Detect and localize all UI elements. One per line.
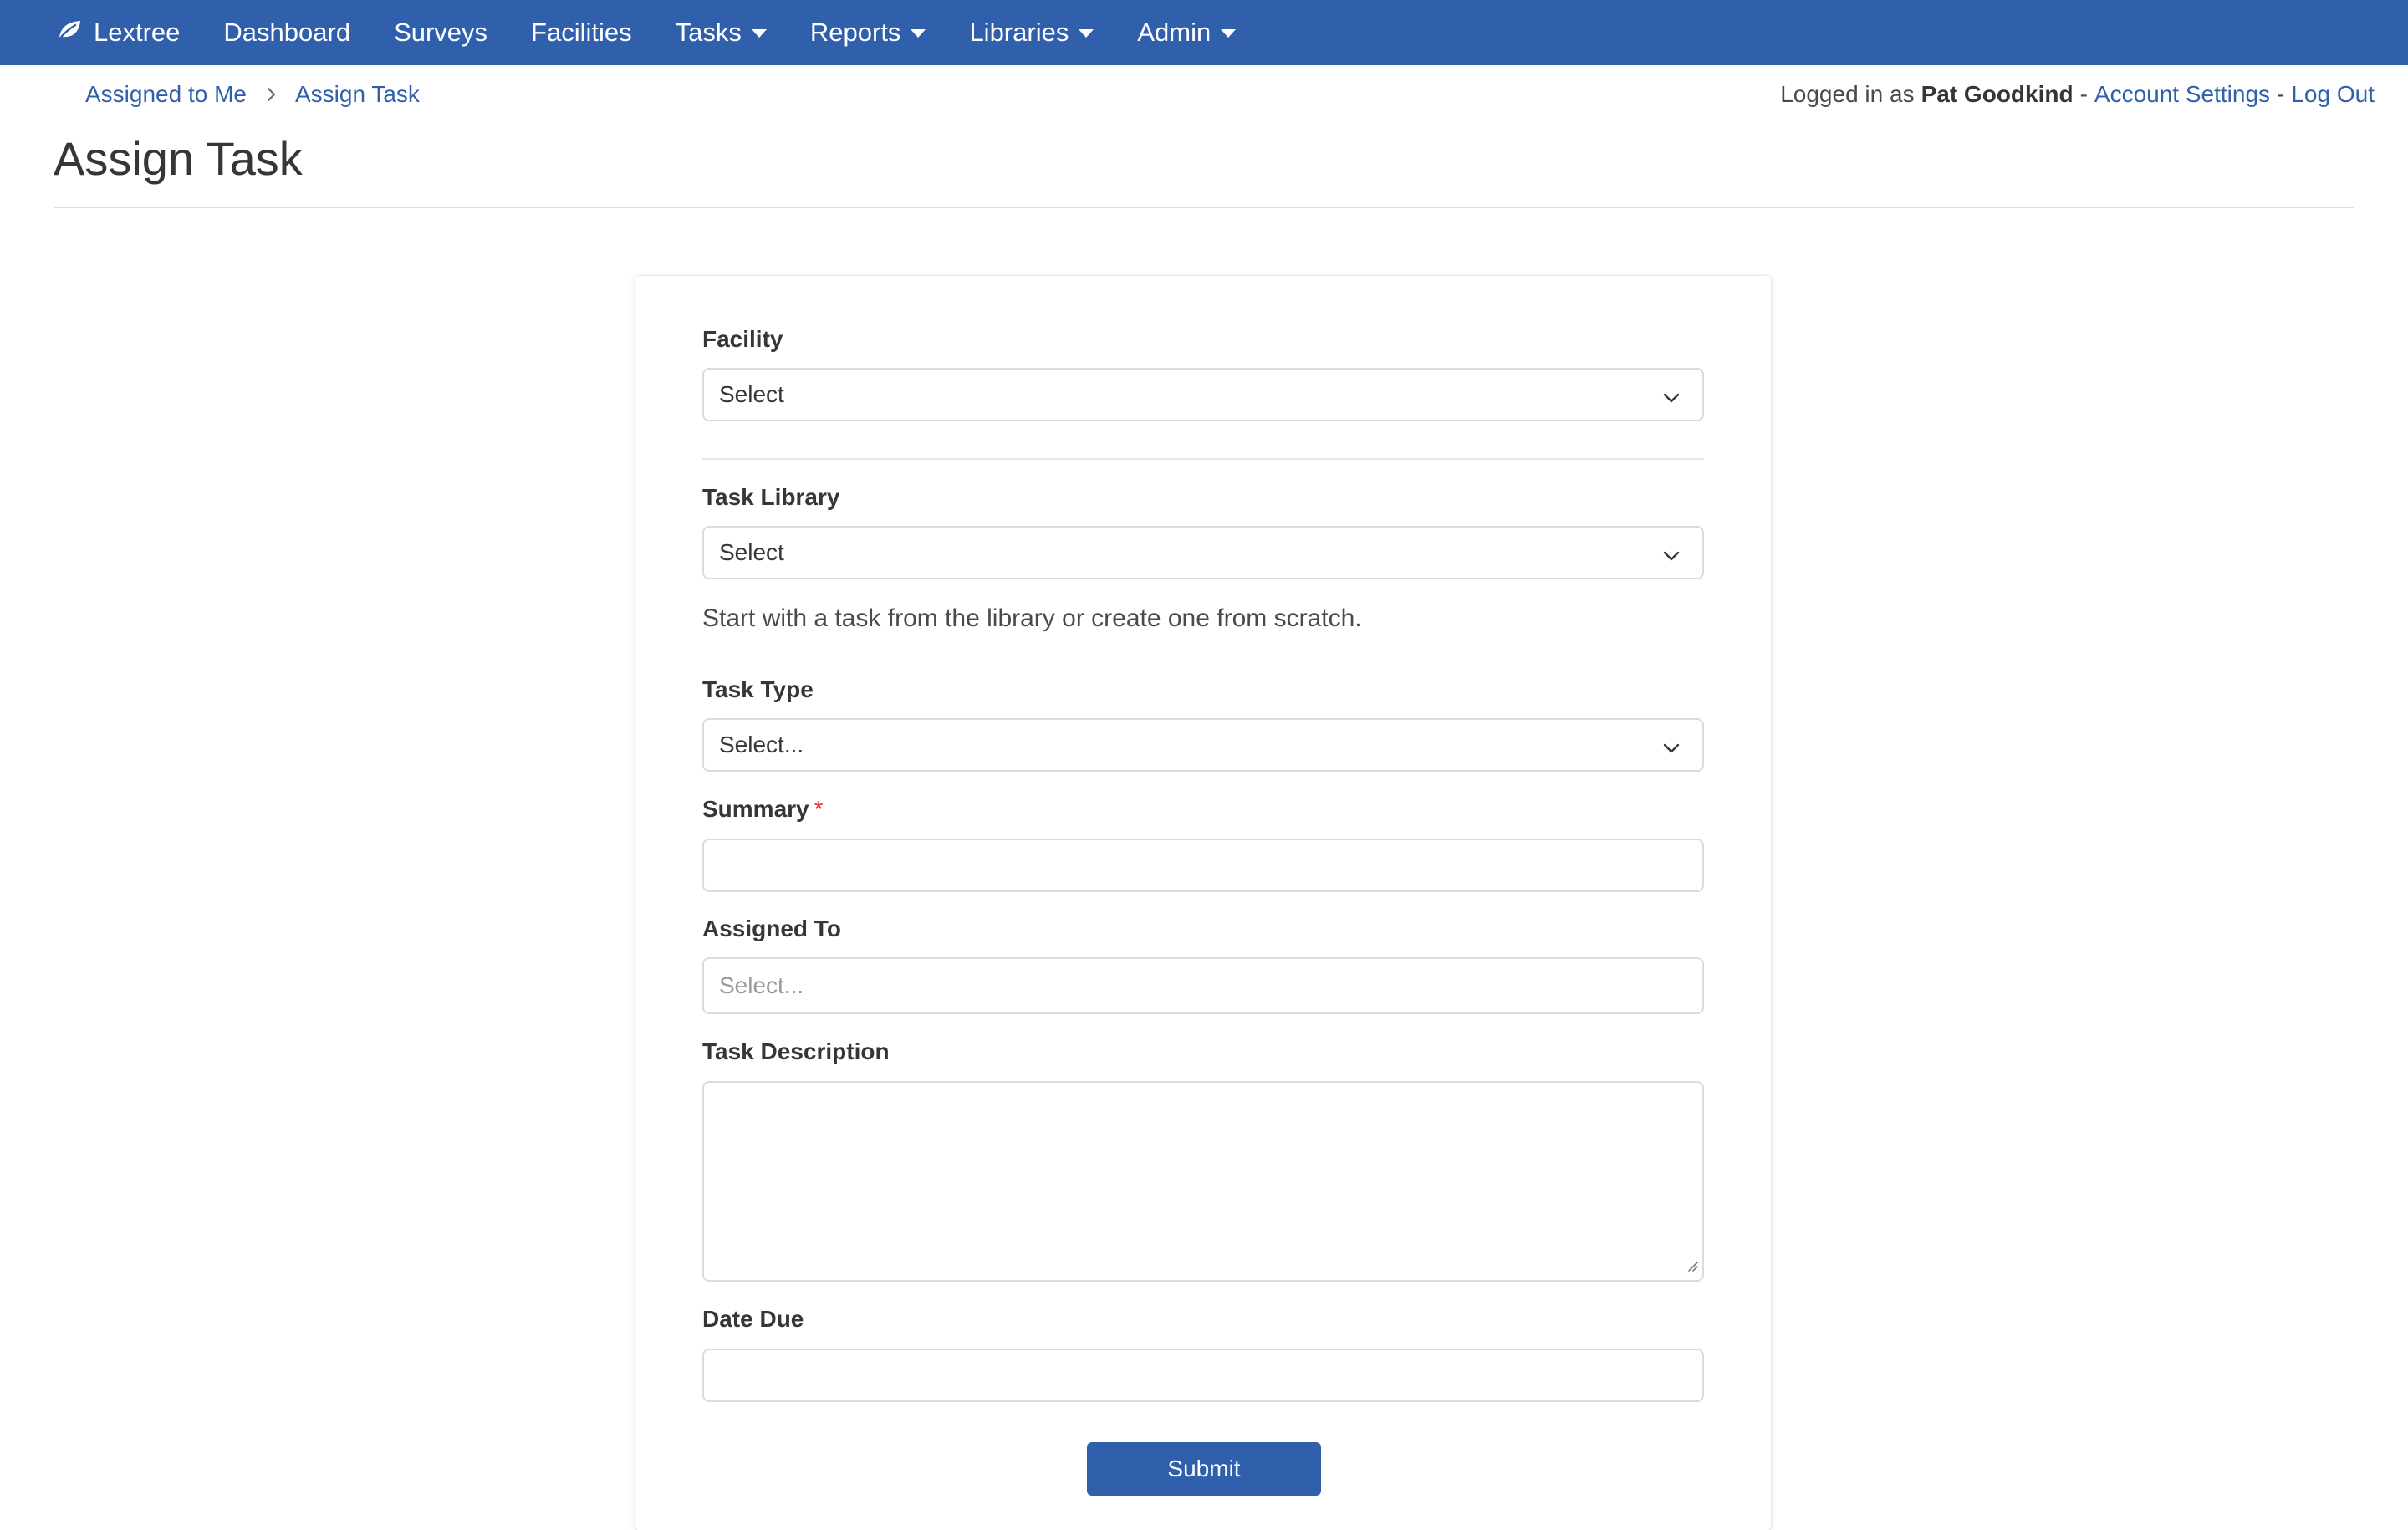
task-description-label: Task Description xyxy=(702,1038,890,1064)
top-navbar: Lextree Dashboard Surveys Facilities Tas… xyxy=(0,0,2408,65)
title-divider xyxy=(54,207,2354,208)
required-marker: * xyxy=(814,796,824,822)
summary-label-text: Summary xyxy=(702,796,809,822)
nav-libraries-dropdown[interactable]: Libraries xyxy=(969,18,1094,48)
nav-surveys[interactable]: Surveys xyxy=(394,18,487,48)
nav-tasks-label: Tasks xyxy=(675,18,742,47)
task-type-select-value: Select... xyxy=(719,732,804,757)
form-divider xyxy=(702,458,1704,460)
nav-dashboard-label: Dashboard xyxy=(223,18,351,47)
submit-button[interactable]: Submit xyxy=(1087,1442,1321,1496)
user-name: Pat Goodkind xyxy=(1921,81,2074,107)
nav-facilities-label: Facilities xyxy=(531,18,632,47)
facility-select-value: Select xyxy=(719,381,784,407)
chevron-down-icon xyxy=(1662,386,1681,413)
task-description-textarea[interactable] xyxy=(702,1081,1704,1282)
date-due-label: Date Due xyxy=(702,1306,804,1332)
task-type-label: Task Type xyxy=(702,676,814,702)
breadcrumb-assigned-to-me[interactable]: Assigned to Me xyxy=(85,81,247,108)
logged-in-prefix: Logged in as xyxy=(1780,81,1915,107)
breadcrumb: Assigned to Me Assign Task xyxy=(85,78,420,111)
task-library-select[interactable]: Select xyxy=(702,526,1704,579)
task-library-label: Task Library xyxy=(702,484,840,510)
nav-reports-dropdown[interactable]: Reports xyxy=(810,18,926,48)
task-type-select[interactable]: Select... xyxy=(702,718,1704,772)
page-title: Assign Task xyxy=(54,132,303,185)
facility-label: Facility xyxy=(702,326,783,352)
caret-down-icon xyxy=(1079,29,1094,38)
nav-libraries-label: Libraries xyxy=(969,18,1069,47)
summary-input[interactable] xyxy=(702,839,1704,892)
task-library-help-text: Start with a task from the library or cr… xyxy=(702,604,1362,632)
caret-down-icon xyxy=(751,29,767,38)
nav-admin-label: Admin xyxy=(1137,18,1212,47)
assigned-to-placeholder: Select... xyxy=(719,972,804,998)
task-library-select-value: Select xyxy=(719,539,784,565)
chevron-down-icon xyxy=(1662,737,1681,763)
log-out-link[interactable]: Log Out xyxy=(2291,81,2375,108)
nav-admin-dropdown[interactable]: Admin xyxy=(1137,18,1237,48)
nav-surveys-label: Surveys xyxy=(394,18,488,47)
assigned-to-label: Assigned To xyxy=(702,915,841,941)
nav-tasks-dropdown[interactable]: Tasks xyxy=(676,18,767,48)
breadcrumb-assign-task[interactable]: Assign Task xyxy=(295,81,420,108)
chevron-right-icon xyxy=(267,87,277,102)
summary-label: Summary * xyxy=(702,794,824,824)
caret-down-icon xyxy=(1221,29,1237,38)
nav-reports-label: Reports xyxy=(809,18,901,47)
resize-grip-icon[interactable] xyxy=(1686,1259,1699,1277)
user-bar: Logged in as Pat Goodkind - Account Sett… xyxy=(1780,78,2375,111)
caret-down-icon xyxy=(911,29,926,38)
nav-dashboard[interactable]: Dashboard xyxy=(223,18,350,48)
date-due-input[interactable] xyxy=(702,1349,1704,1402)
leaf-icon xyxy=(57,18,94,48)
brand-link[interactable]: Lextree xyxy=(57,18,180,48)
account-settings-link[interactable]: Account Settings xyxy=(2094,81,2270,108)
separator: - xyxy=(2277,81,2285,107)
facility-select[interactable]: Select xyxy=(702,368,1704,421)
assigned-to-select[interactable]: Select... xyxy=(702,957,1704,1014)
separator: - xyxy=(2079,81,2088,107)
chevron-down-icon xyxy=(1662,544,1681,571)
brand-name: Lextree xyxy=(94,18,181,47)
nav-facilities[interactable]: Facilities xyxy=(531,18,632,48)
assign-task-form-card: Facility Select Task Library Select Star… xyxy=(635,276,1771,1530)
